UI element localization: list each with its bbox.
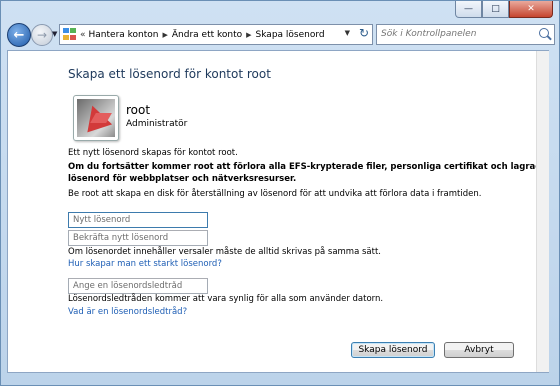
control-panel-window: — □ ✕ ← → ▼ « Hantera konton ▶ Ändra ett… — [0, 0, 560, 386]
warning-text-line1: Om du fortsätter kommer root att förlora… — [68, 162, 548, 172]
user-role: Administratör — [126, 119, 188, 129]
forward-button[interactable]: → — [31, 24, 53, 46]
minimize-button[interactable]: — — [455, 1, 482, 18]
breadcrumb-andra-ett-konto[interactable]: Ändra ett konto — [172, 30, 242, 40]
strong-password-link[interactable]: Hur skapar man ett starkt lösenord? — [68, 259, 222, 269]
cancel-button[interactable]: Avbryt — [444, 342, 514, 358]
user-name: root — [126, 103, 151, 117]
advice-text: Be root att skapa en disk för återställn… — [68, 189, 482, 199]
search-icon[interactable] — [539, 28, 549, 38]
title-bar: — □ ✕ — [1, 1, 559, 19]
case-note-text: Om lösenordet innehåller versaler måste … — [68, 247, 382, 257]
control-panel-icon — [63, 28, 77, 41]
close-button[interactable]: ✕ — [509, 1, 553, 18]
caption-buttons: — □ ✕ — [455, 1, 553, 18]
hint-note-text: Lösenordsledtråden kommer att vara synli… — [68, 294, 384, 304]
breadcrumb-hantera-konton[interactable]: Hantera konton — [89, 30, 159, 40]
address-dropdown-icon[interactable]: ▼ — [345, 29, 350, 37]
warning-text-line2: lösenord för webbplatser och nätverksres… — [68, 174, 297, 184]
back-button[interactable]: ← — [7, 23, 31, 47]
maximize-button[interactable]: □ — [482, 1, 509, 18]
address-bar[interactable]: « Hantera konton ▶ Ändra ett konto ▶ Ska… — [59, 24, 373, 45]
info-text: Ett nytt lösenord skapas för kontot root… — [68, 148, 238, 158]
refresh-icon[interactable]: ↻ — [359, 26, 369, 40]
search-box[interactable] — [376, 24, 555, 45]
breadcrumb-overflow-icon[interactable]: « — [80, 30, 86, 40]
breadcrumb-separator-icon[interactable]: ▶ — [246, 31, 251, 39]
password-hint-link[interactable]: Vad är en lösenordsledtråd? — [68, 307, 187, 317]
new-password-field[interactable] — [68, 212, 208, 228]
navigation-bar: ← → ▼ « Hantera konton ▶ Ändra ett konto… — [1, 19, 559, 49]
content-pane: Skapa ett lösenord för kontot root root … — [7, 50, 549, 373]
breadcrumb-separator-icon[interactable]: ▶ — [163, 31, 168, 39]
recent-pages-dropdown-icon[interactable]: ▼ — [52, 30, 57, 38]
avatar — [73, 95, 119, 141]
password-hint-field[interactable] — [68, 278, 208, 294]
search-input[interactable] — [377, 25, 531, 42]
breadcrumb-skapa-losenord[interactable]: Skapa lösenord — [256, 30, 325, 40]
origami-crane-icon — [77, 99, 115, 137]
confirm-password-field[interactable] — [68, 230, 208, 246]
create-password-button[interactable]: Skapa lösenord — [351, 342, 435, 358]
scrollbar[interactable] — [536, 51, 549, 372]
page-title: Skapa ett lösenord för kontot root — [68, 67, 271, 81]
